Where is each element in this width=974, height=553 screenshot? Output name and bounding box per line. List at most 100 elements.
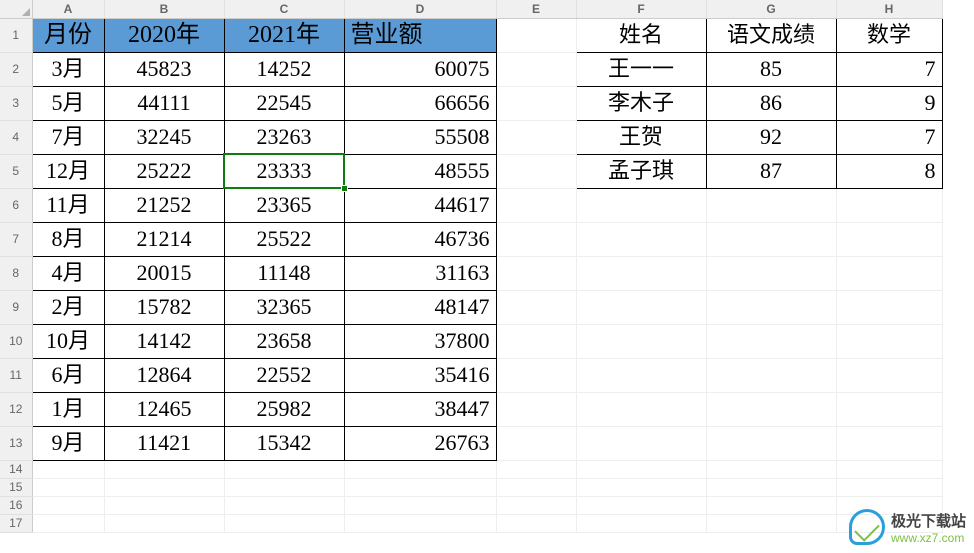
row-header-1[interactable]: 1: [0, 18, 32, 52]
cell-G5[interactable]: 87: [706, 154, 836, 188]
cell-B12[interactable]: 12465: [104, 392, 224, 426]
cell-H6[interactable]: [836, 188, 942, 222]
cell-C11[interactable]: 22552: [224, 358, 344, 392]
cell-C14[interactable]: [224, 460, 344, 478]
cell-B4[interactable]: 32245: [104, 120, 224, 154]
cell-F7[interactable]: [576, 222, 706, 256]
cell-B15[interactable]: [104, 478, 224, 496]
cell-E1[interactable]: [496, 18, 576, 52]
cell-B6[interactable]: 21252: [104, 188, 224, 222]
cell-G15[interactable]: [706, 478, 836, 496]
cell-B7[interactable]: 21214: [104, 222, 224, 256]
cell-H5[interactable]: 8: [836, 154, 942, 188]
select-all-corner[interactable]: [0, 0, 32, 18]
col-header-H[interactable]: H: [836, 0, 942, 18]
cell-F11[interactable]: [576, 358, 706, 392]
cell-A17[interactable]: [32, 514, 104, 532]
row-header-9[interactable]: 9: [0, 290, 32, 324]
cell-D12[interactable]: 38447: [344, 392, 496, 426]
cell-E5[interactable]: [496, 154, 576, 188]
cell-G17[interactable]: [706, 514, 836, 532]
col-header-C[interactable]: C: [224, 0, 344, 18]
cell-E12[interactable]: [496, 392, 576, 426]
cell-D15[interactable]: [344, 478, 496, 496]
cell-E7[interactable]: [496, 222, 576, 256]
header-D[interactable]: 营业额: [344, 18, 496, 52]
cell-F13[interactable]: [576, 426, 706, 460]
cell-D13[interactable]: 26763: [344, 426, 496, 460]
cell-F6[interactable]: [576, 188, 706, 222]
header-A[interactable]: 月份: [32, 18, 104, 52]
row-header-6[interactable]: 6: [0, 188, 32, 222]
cell-B8[interactable]: 20015: [104, 256, 224, 290]
col-header-E[interactable]: E: [496, 0, 576, 18]
cell-F14[interactable]: [576, 460, 706, 478]
cell-G12[interactable]: [706, 392, 836, 426]
cell-C15[interactable]: [224, 478, 344, 496]
cell-E2[interactable]: [496, 52, 576, 86]
cell-B2[interactable]: 45823: [104, 52, 224, 86]
row-header-15[interactable]: 15: [0, 478, 32, 496]
cell-A12[interactable]: 1月: [32, 392, 104, 426]
col-header-A[interactable]: A: [32, 0, 104, 18]
cell-G2[interactable]: 85: [706, 52, 836, 86]
cell-G7[interactable]: [706, 222, 836, 256]
cell-D17[interactable]: [344, 514, 496, 532]
cell-E10[interactable]: [496, 324, 576, 358]
cell-E3[interactable]: [496, 86, 576, 120]
cell-B14[interactable]: [104, 460, 224, 478]
cell-D7[interactable]: 46736: [344, 222, 496, 256]
header2-H[interactable]: 数学: [836, 18, 942, 52]
row-header-17[interactable]: 17: [0, 514, 32, 532]
cell-H2[interactable]: 7: [836, 52, 942, 86]
cell-H15[interactable]: [836, 478, 942, 496]
cell-A10[interactable]: 10月: [32, 324, 104, 358]
cell-G11[interactable]: [706, 358, 836, 392]
cell-A5[interactable]: 12月: [32, 154, 104, 188]
cell-F12[interactable]: [576, 392, 706, 426]
cell-F4[interactable]: 王贺: [576, 120, 706, 154]
cell-G6[interactable]: [706, 188, 836, 222]
cell-H7[interactable]: [836, 222, 942, 256]
cell-B10[interactable]: 14142: [104, 324, 224, 358]
cell-D5[interactable]: 48555: [344, 154, 496, 188]
cell-E17[interactable]: [496, 514, 576, 532]
row-header-12[interactable]: 12: [0, 392, 32, 426]
cell-A13[interactable]: 9月: [32, 426, 104, 460]
cell-B9[interactable]: 15782: [104, 290, 224, 324]
cell-F15[interactable]: [576, 478, 706, 496]
cell-G13[interactable]: [706, 426, 836, 460]
cell-G3[interactable]: 86: [706, 86, 836, 120]
cell-C5[interactable]: 23333: [224, 154, 344, 188]
row-header-8[interactable]: 8: [0, 256, 32, 290]
cell-A14[interactable]: [32, 460, 104, 478]
cell-C7[interactable]: 25522: [224, 222, 344, 256]
header2-G[interactable]: 语文成绩: [706, 18, 836, 52]
cell-H14[interactable]: [836, 460, 942, 478]
header-B[interactable]: 2020年: [104, 18, 224, 52]
cell-G16[interactable]: [706, 496, 836, 514]
cell-A3[interactable]: 5月: [32, 86, 104, 120]
cell-H10[interactable]: [836, 324, 942, 358]
cell-D10[interactable]: 37800: [344, 324, 496, 358]
cell-F3[interactable]: 李木子: [576, 86, 706, 120]
cell-F8[interactable]: [576, 256, 706, 290]
cell-B5[interactable]: 25222: [104, 154, 224, 188]
cell-C4[interactable]: 23263: [224, 120, 344, 154]
cell-F5[interactable]: 孟子琪: [576, 154, 706, 188]
cell-H11[interactable]: [836, 358, 942, 392]
cell-F16[interactable]: [576, 496, 706, 514]
col-header-G[interactable]: G: [706, 0, 836, 18]
cell-B3[interactable]: 44111: [104, 86, 224, 120]
cell-C17[interactable]: [224, 514, 344, 532]
cell-H13[interactable]: [836, 426, 942, 460]
cell-E16[interactable]: [496, 496, 576, 514]
cell-C10[interactable]: 23658: [224, 324, 344, 358]
cell-E14[interactable]: [496, 460, 576, 478]
row-header-13[interactable]: 13: [0, 426, 32, 460]
cell-A6[interactable]: 11月: [32, 188, 104, 222]
cell-G8[interactable]: [706, 256, 836, 290]
cell-D3[interactable]: 66656: [344, 86, 496, 120]
cell-D4[interactable]: 55508: [344, 120, 496, 154]
cell-C2[interactable]: 14252: [224, 52, 344, 86]
